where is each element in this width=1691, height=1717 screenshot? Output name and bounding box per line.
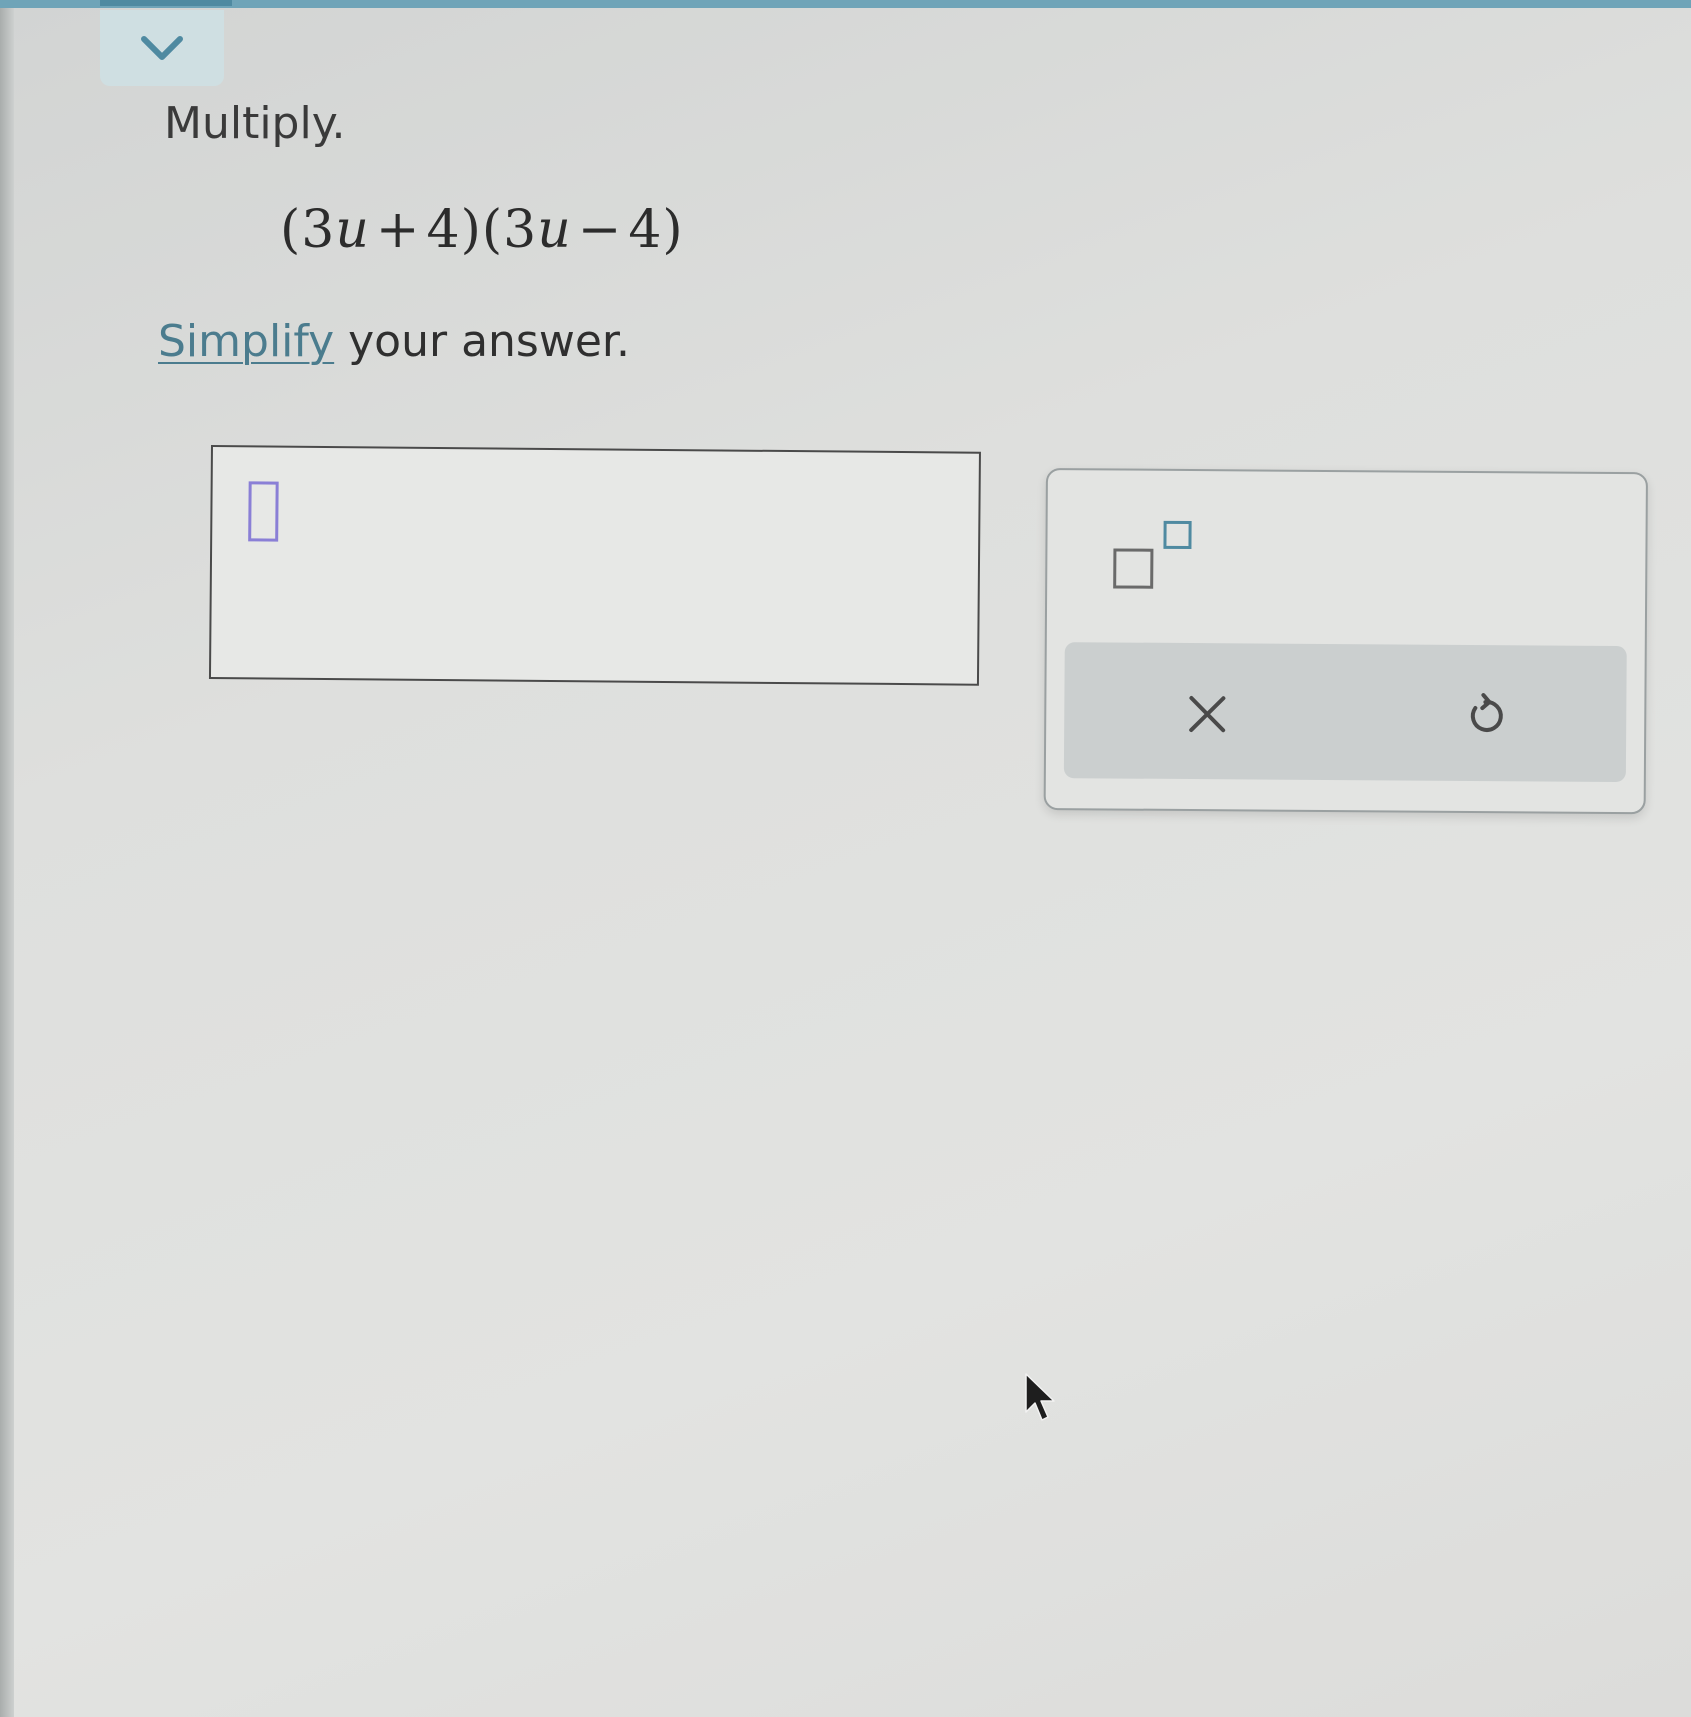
clear-button[interactable] — [1172, 679, 1242, 749]
factor-2-operator: − — [577, 200, 623, 260]
factor-1-variable: u — [335, 200, 370, 260]
undo-button[interactable] — [1450, 681, 1520, 751]
superscript-template-icon — [1113, 520, 1204, 589]
simplify-link[interactable]: Simplify — [158, 316, 334, 367]
factor-1-close-paren: ) — [460, 200, 482, 260]
instruction-rest: your answer. — [334, 316, 630, 367]
factor-2-coefficient: 3 — [503, 200, 538, 260]
question-title: Multiply. — [164, 98, 346, 149]
mouse-pointer-icon — [1025, 1373, 1055, 1421]
screen-left-edge — [0, 0, 14, 1717]
superscript-base-box — [1113, 548, 1154, 589]
factor-2-constant: 4 — [628, 200, 663, 260]
superscript-exponent-box — [1163, 520, 1192, 550]
close-icon — [1189, 696, 1226, 733]
superscript-button[interactable] — [1113, 520, 1204, 597]
factor-1-open-paren: ( — [280, 200, 302, 260]
factor-1-coefficient: 3 — [301, 200, 336, 260]
instruction-text: Simplify your answer. — [158, 316, 630, 367]
answer-cursor-placeholder[interactable] — [248, 481, 279, 542]
top-bar-tab — [100, 0, 232, 6]
top-progress-bar — [0, 0, 1691, 8]
action-bar — [1063, 642, 1627, 783]
factor-1-constant: 4 — [426, 200, 461, 260]
math-expression: (3u +4)(3u −4) — [280, 200, 684, 260]
factor-2-close-paren: ) — [662, 200, 684, 260]
factor-1-operator: + — [375, 200, 421, 260]
collapse-button[interactable] — [100, 10, 224, 86]
answer-input-box[interactable] — [208, 445, 981, 686]
chevron-down-icon — [141, 36, 183, 60]
factor-2-variable: u — [537, 200, 572, 260]
math-tool-panel — [1043, 468, 1648, 815]
undo-icon — [1470, 693, 1503, 732]
factor-2-open-paren: ( — [481, 200, 504, 260]
